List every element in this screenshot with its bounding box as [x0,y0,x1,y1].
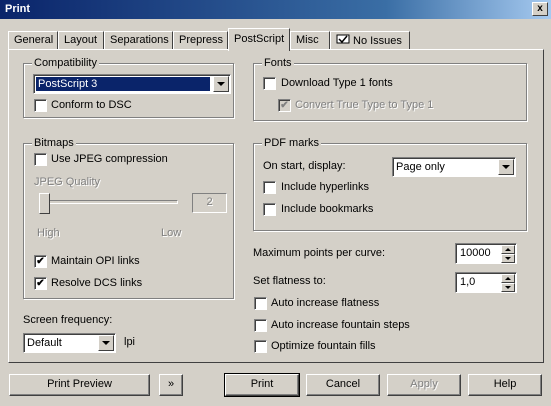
checkbox-label: Resolve DCS links [51,277,143,289]
checkmark-icon: ✔ [280,100,289,111]
tab-no-issues[interactable]: No Issues [330,31,410,50]
tab-separations[interactable]: Separations [104,31,173,50]
double-arrow-icon: » [167,378,175,390]
tab-label: Layout [64,34,98,46]
tab-layout[interactable]: Layout [58,31,104,50]
tab-label: Separations [110,34,169,46]
button-label: Cancel [325,378,361,390]
spin-down-icon[interactable] [501,283,515,292]
checkbox-label: Include bookmarks [281,203,374,215]
postscript-level-select[interactable]: PostScript 3 [33,74,231,94]
tab-misc[interactable]: Misc [290,31,330,50]
checkbox-label: Convert True Type to Type 1 [295,99,434,111]
button-label: Apply [410,378,438,390]
checkmark-icon: ✔ [36,256,45,267]
checkbox-label: Conform to DSC [51,99,132,111]
spin-up-icon[interactable] [501,245,515,254]
auto-fountain-checkbox[interactable] [254,319,267,332]
group-title: Bitmaps [32,137,76,149]
checkbox-label: Download Type 1 fonts [281,77,393,89]
tab-label: General [14,34,54,46]
convert-truetype-checkbox[interactable]: ✔ [278,99,291,112]
download-type1-checkbox[interactable] [263,77,276,90]
max-points-spinner[interactable]: 10000 [455,243,517,264]
screen-frequency-label: Screen frequency: [23,314,113,326]
chevron-down-icon [98,335,114,351]
optimize-fountain-checkbox[interactable] [254,340,267,353]
on-start-label: On start, display: [263,160,346,172]
checkbox-label: Use JPEG compression [51,153,168,165]
group-title: Compatibility [32,57,99,69]
auto-flatness-checkbox[interactable] [254,297,267,310]
apply-button[interactable]: Apply [387,374,461,396]
print-button[interactable]: Print [224,373,300,397]
jpeg-quality-track [46,200,178,204]
group-title: Fonts [262,57,294,69]
spinner-value: 10000 [460,247,491,259]
jpeg-quality-value: 2 [192,193,227,213]
conform-dsc-checkbox[interactable] [34,99,47,112]
checkbox-label: Optimize fountain fills [271,340,376,352]
low-label: Low [161,227,182,239]
checkmark-icon: ✔ [36,278,45,289]
button-label: Print Preview [47,378,112,390]
window-title: Print [5,3,31,15]
tab-label: Prepress [179,34,224,46]
jpeg-quality-label: JPEG Quality [34,176,101,188]
include-bookmarks-checkbox[interactable] [263,203,276,216]
close-button[interactable]: x [532,2,548,16]
tab-label: PostScript [234,33,285,45]
spin-down-icon[interactable] [501,254,515,263]
tab-prepress[interactable]: Prepress [173,31,228,50]
resolve-dcs-checkbox[interactable]: ✔ [34,277,47,290]
screen-frequency-select[interactable]: Default [23,333,116,353]
group-title: PDF marks [262,137,321,149]
flatness-spinner[interactable]: 1,0 [455,272,517,293]
high-label: High [37,227,60,239]
title-bar: Print x [0,0,551,19]
select-value: PostScript 3 [36,77,210,91]
close-icon: x [537,3,543,14]
checkbox-label: Maintain OPI links [51,255,140,267]
lpi-unit-label: lpi [124,336,136,348]
include-hyperlinks-checkbox[interactable] [263,181,276,194]
chevron-down-icon [498,159,514,175]
bitmaps-group: Bitmaps [23,137,234,299]
checkbox-label: Include hyperlinks [281,181,370,193]
spin-up-icon[interactable] [501,274,515,283]
on-start-display-select[interactable]: Page only [392,157,516,177]
select-value: Page only [396,161,445,173]
expand-preview-button[interactable]: » [159,374,183,396]
button-label: Print [250,378,274,390]
issues-checkmark-icon [336,34,350,44]
max-points-label: Maximum points per curve: [253,247,386,259]
print-preview-button[interactable]: Print Preview [9,374,150,396]
use-jpeg-checkbox[interactable] [34,153,47,166]
maintain-opi-checkbox[interactable]: ✔ [34,255,47,268]
checkbox-label: Auto increase fountain steps [271,319,410,331]
select-value: Default [27,337,62,349]
tab-general[interactable]: General [8,31,58,50]
chevron-down-icon [213,76,229,92]
flatness-label: Set flatness to: [253,275,326,287]
button-label: Help [493,378,517,390]
jpeg-quality-slider[interactable] [39,193,50,214]
spinner-value: 1,0 [460,276,476,288]
tab-label: No Issues [353,35,402,47]
cancel-button[interactable]: Cancel [306,374,380,396]
checkbox-label: Auto increase flatness [271,297,380,309]
tab-postscript[interactable]: PostScript [228,28,290,51]
help-button[interactable]: Help [468,374,542,396]
tab-label: Misc [296,34,319,46]
fonts-group: Fonts [253,57,527,121]
